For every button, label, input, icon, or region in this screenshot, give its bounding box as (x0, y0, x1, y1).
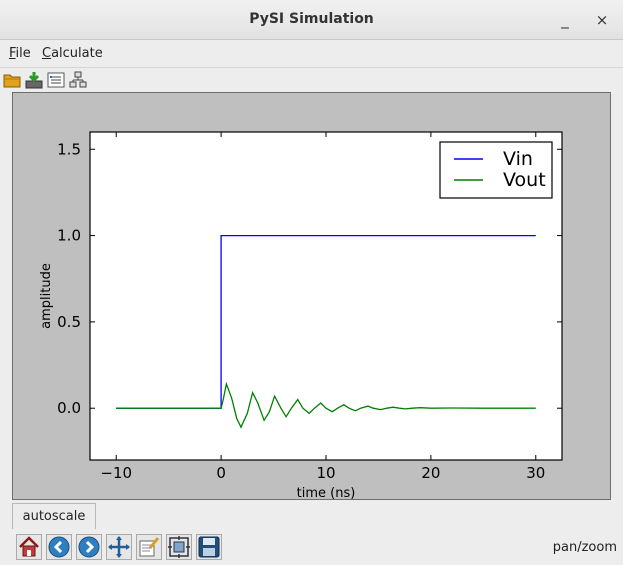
x-axis-label: time (ns) (297, 486, 356, 499)
edit-axes-icon[interactable] (136, 534, 162, 560)
y-tick-label: 0.5 (57, 313, 81, 331)
navigation-toolbar: pan/zoom (0, 530, 623, 565)
plot-canvas[interactable]: −10 0 10 20 30 0.0 0.5 1.0 1.5 amplitude time (n… (12, 92, 611, 500)
forward-arrow-icon[interactable] (76, 534, 102, 560)
menu-calculate[interactable]: Calculate (42, 46, 103, 61)
pan-move-icon[interactable] (106, 534, 132, 560)
save-disk-icon[interactable] (196, 534, 222, 560)
home-icon[interactable] (16, 534, 42, 560)
download-icon[interactable] (25, 71, 43, 89)
configure-subplots-icon[interactable] (166, 534, 192, 560)
legend-label-vout: Vout (503, 169, 546, 191)
x-tick-label: 20 (421, 464, 440, 482)
legend: Vin Vout (439, 141, 553, 199)
y-tick-label: 0.0 (57, 399, 81, 417)
toolbar (0, 68, 623, 92)
x-tick-label: 10 (316, 464, 335, 482)
window-title: PySI Simulation (249, 11, 374, 27)
menu-bar: File Calculate (0, 40, 623, 68)
autoscale-button[interactable]: autoscale (12, 503, 96, 529)
window-titlebar: PySI Simulation _ × (0, 0, 623, 40)
y-tick-label: 1.0 (57, 227, 81, 245)
y-tick-label: 1.5 (57, 140, 81, 158)
y-axis-label: amplitude (39, 263, 54, 329)
x-tick-label: −10 (100, 464, 132, 482)
legend-label-vin: Vin (503, 148, 533, 170)
network-icon[interactable] (69, 71, 87, 89)
menu-file[interactable]: File (9, 46, 31, 61)
x-tick-label: 30 (526, 464, 545, 482)
open-folder-icon[interactable] (3, 71, 21, 89)
mode-status: pan/zoom (552, 540, 617, 555)
chart-svg: −10 0 10 20 30 0.0 0.5 1.0 1.5 amplitude time (n… (39, 131, 563, 499)
minimize-button[interactable]: _ (555, 10, 575, 30)
x-tick-label: 0 (216, 464, 226, 482)
close-button[interactable]: × (592, 10, 612, 30)
back-arrow-icon[interactable] (46, 534, 72, 560)
list-icon[interactable] (47, 71, 65, 89)
